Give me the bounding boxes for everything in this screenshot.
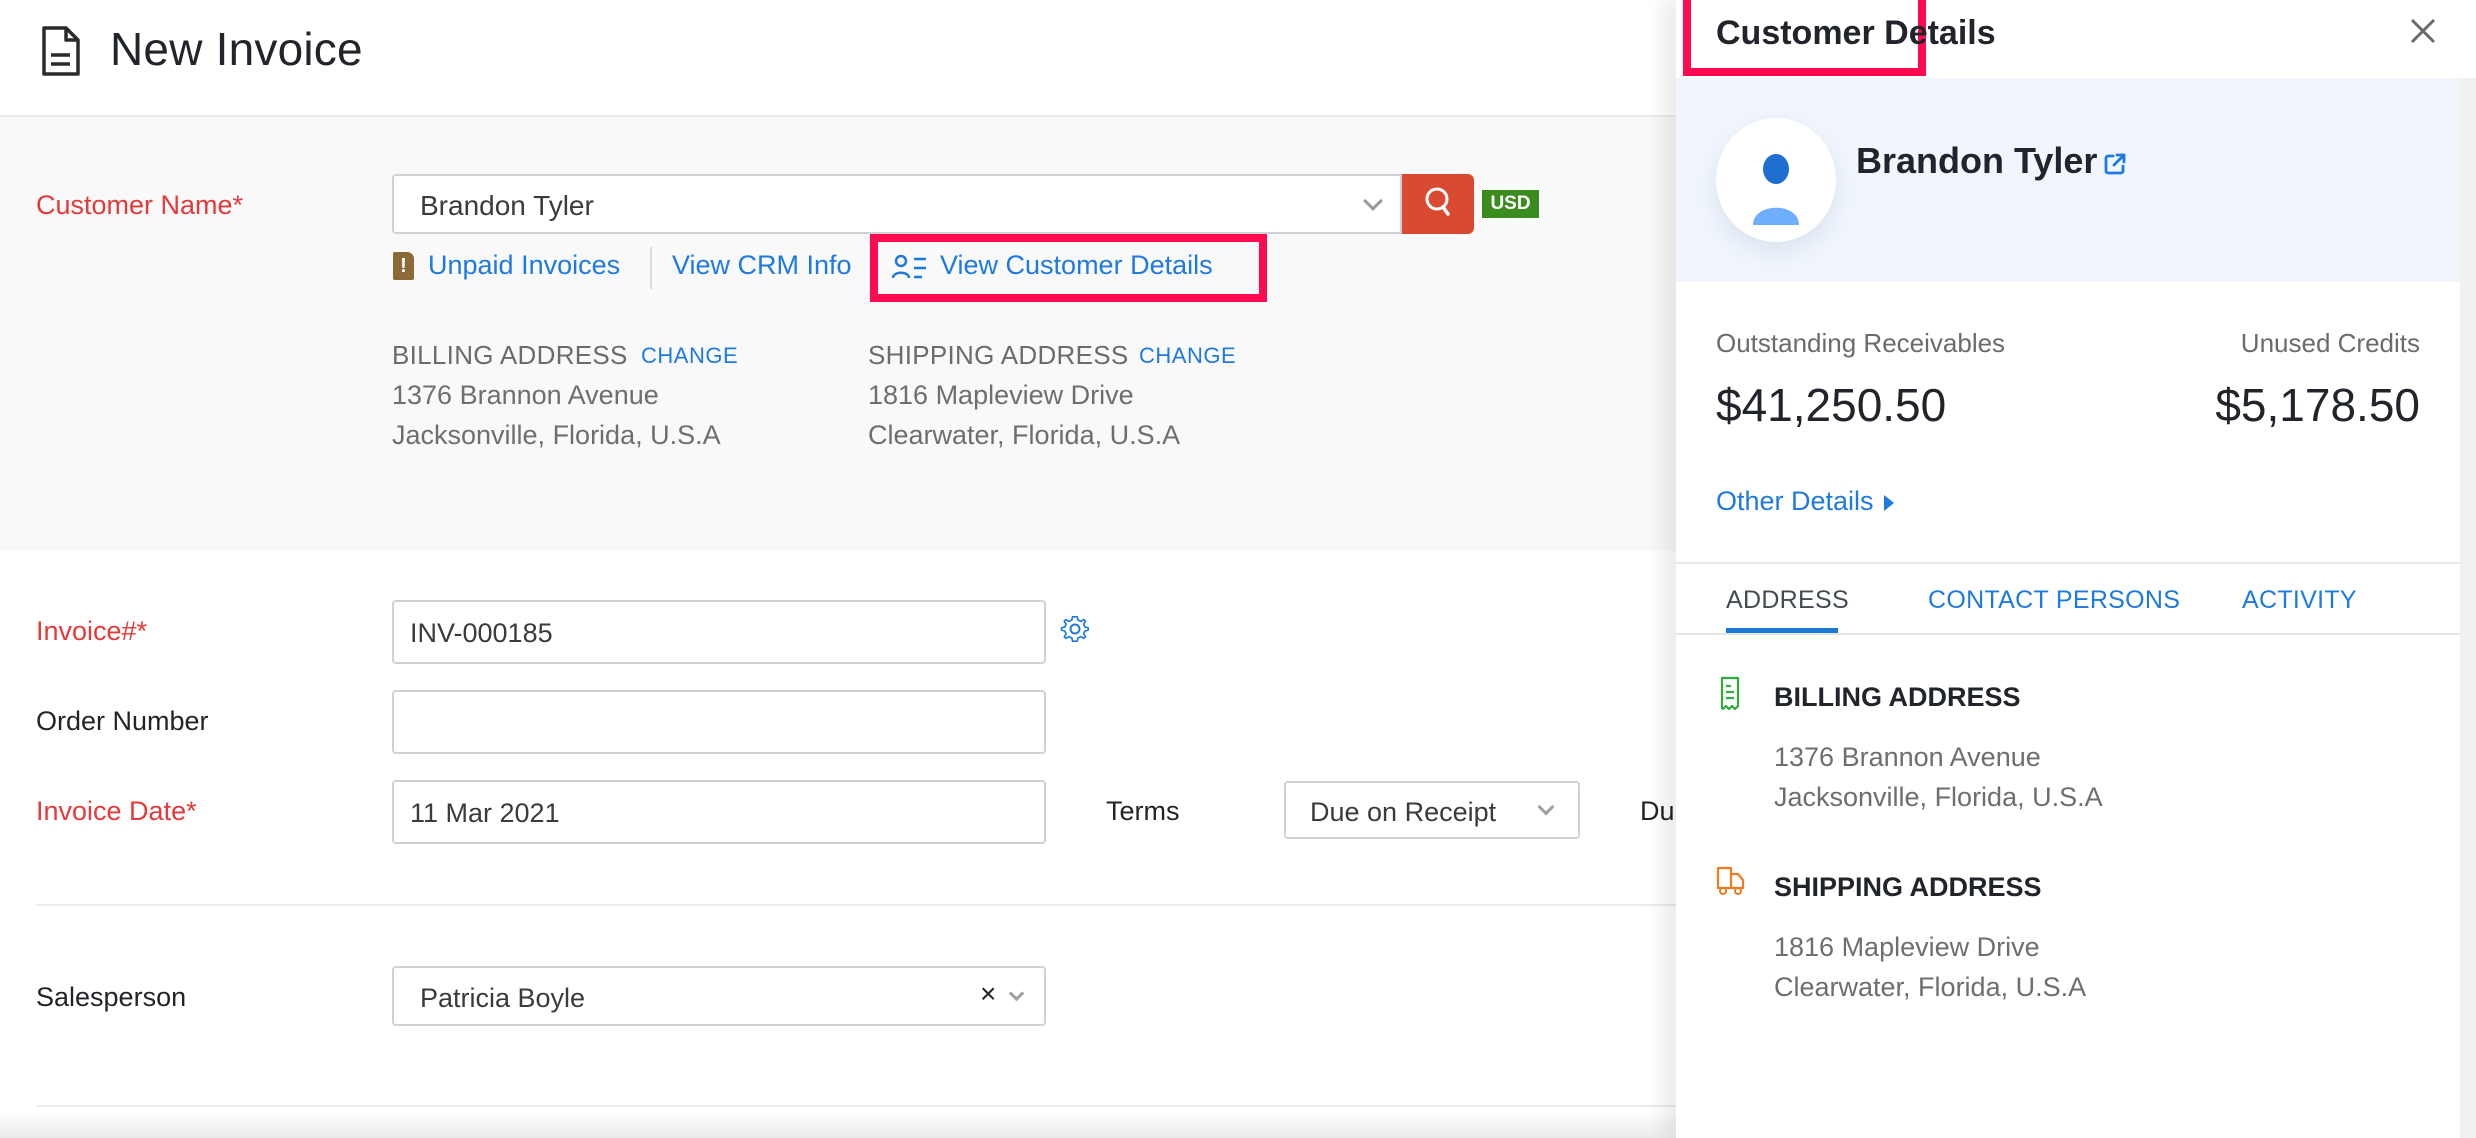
panel-title: Customer Details	[1716, 14, 1996, 52]
customer-list-icon	[892, 254, 926, 279]
shipping-change-link[interactable]: CHANGE	[1139, 343, 1236, 369]
outstanding-receivables-label: Outstanding Receivables	[1716, 328, 2006, 358]
customer-name-select[interactable]: Brandon Tyler	[392, 174, 1402, 234]
tab-contact-persons[interactable]: CONTACT PERSONS	[1928, 586, 2180, 615]
invoice-date-value: 11 Mar 2021	[410, 798, 560, 828]
invoice-date-input[interactable]: 11 Mar 2021	[392, 780, 1046, 844]
billing-line-1: 1376 Brannon Avenue	[392, 380, 659, 410]
clear-icon[interactable]: ×	[980, 978, 996, 1010]
customer-search-button[interactable]	[1402, 174, 1474, 234]
active-tab-indicator	[1726, 628, 1838, 633]
shipping-line-2: Clearwater, Florida, U.S.A	[868, 420, 1181, 450]
outstanding-receivables-value: $41,250.50	[1716, 379, 1947, 431]
page-title: New Invoice	[110, 23, 363, 75]
search-icon	[1425, 187, 1450, 216]
close-icon[interactable]	[2406, 14, 2440, 48]
customer-name-label: Customer Name*	[36, 190, 244, 220]
invoice-number-label: Invoice#*	[36, 616, 148, 646]
invoice-number-value: INV-000185	[410, 618, 553, 648]
order-number-label: Order Number	[36, 706, 209, 736]
gear-icon[interactable]	[1060, 614, 1090, 644]
terms-select[interactable]: Due on Receipt	[1284, 781, 1580, 839]
shipping-address-heading: SHIPPING ADDRESS	[868, 340, 1129, 370]
invoice-date-label: Invoice Date*	[36, 796, 197, 826]
panel-shipping-heading: SHIPPING ADDRESS	[1774, 872, 2042, 902]
section-divider	[36, 1105, 1676, 1107]
chevron-down-icon[interactable]	[1363, 191, 1383, 211]
receipt-icon	[1720, 676, 1740, 711]
unpaid-invoices-link[interactable]: Unpaid Invoices	[428, 250, 620, 290]
panel-billing-line-2: Jacksonville, Florida, U.S.A	[1774, 782, 2103, 812]
shipping-line-1: 1816 Mapleview Drive	[868, 380, 1134, 410]
due-date-label: Du	[1640, 796, 1675, 826]
section-divider	[36, 904, 1676, 906]
view-crm-info-link[interactable]: View CRM Info	[672, 250, 852, 290]
order-number-input[interactable]	[392, 690, 1046, 754]
tab-address[interactable]: ADDRESS	[1726, 586, 1849, 615]
tab-activity[interactable]: ACTIVITY	[2242, 586, 2357, 615]
panel-billing-line-1: 1376 Brannon Avenue	[1774, 742, 2041, 772]
billing-change-link[interactable]: CHANGE	[641, 343, 738, 369]
avatar	[1716, 118, 1836, 242]
salesperson-label: Salesperson	[36, 982, 187, 1012]
chevron-down-icon[interactable]	[1537, 798, 1555, 816]
customer-summary-header: Brandon Tyler	[1676, 78, 2460, 282]
billing-line-2: Jacksonville, Florida, U.S.A	[392, 420, 721, 450]
customer-name-heading: Brandon Tyler	[1856, 140, 2098, 181]
panel-shipping-line-1: 1816 Mapleview Drive	[1774, 932, 2040, 962]
footer-shadow	[0, 1112, 1676, 1138]
document-icon	[42, 26, 80, 76]
warning-icon: !	[393, 252, 414, 280]
other-details-label: Other Details	[1716, 486, 1874, 516]
salesperson-select[interactable]: Patricia Boyle ×	[392, 966, 1046, 1026]
view-customer-details-link[interactable]: View Customer Details	[940, 250, 1213, 290]
terms-label: Terms	[1106, 796, 1180, 826]
truck-icon	[1716, 866, 1745, 895]
panel-shipping-line-2: Clearwater, Florida, U.S.A	[1774, 972, 2087, 1002]
unused-credits-label: Unused Credits	[2240, 328, 2420, 358]
invoice-number-input[interactable]: INV-000185	[392, 600, 1046, 664]
customer-details-panel: Customer Details Brandon Tyler Outstandi…	[1676, 0, 2476, 1138]
currency-badge: USD	[1482, 190, 1539, 218]
page-header: New Invoice	[0, 0, 1676, 117]
billing-address-heading: BILLING ADDRESS	[392, 340, 628, 370]
other-details-toggle[interactable]: Other Details	[1716, 486, 1894, 517]
customer-name-value: Brandon Tyler	[420, 190, 594, 221]
external-link-icon[interactable]	[2103, 152, 2127, 176]
chevron-down-icon[interactable]	[1008, 985, 1025, 1002]
panel-billing-heading: BILLING ADDRESS	[1774, 682, 2021, 712]
user-icon	[1753, 154, 1799, 225]
unused-credits-value: $5,178.50	[2215, 379, 2420, 431]
panel-scrollbar[interactable]	[2460, 78, 2476, 1138]
panel-tabs: ADDRESS CONTACT PERSONS ACTIVITY	[1676, 562, 2460, 635]
salesperson-value: Patricia Boyle	[420, 983, 586, 1013]
caret-right-icon	[1883, 494, 1894, 511]
link-separator	[650, 247, 652, 289]
terms-value: Due on Receipt	[1310, 797, 1497, 827]
